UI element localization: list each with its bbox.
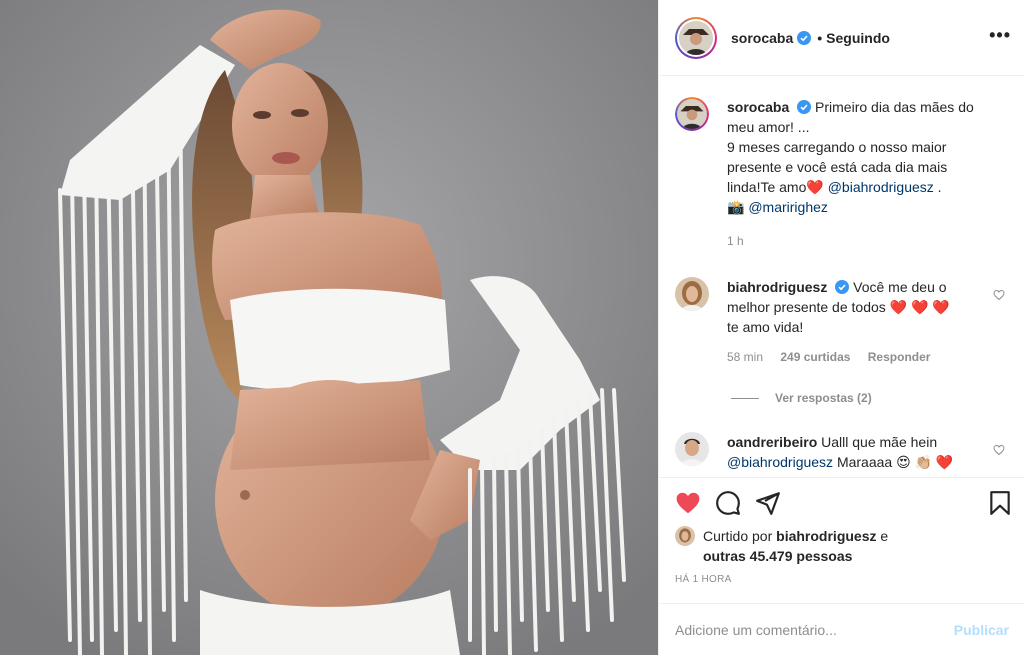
header-separator: • [817,29,823,46]
share-icon[interactable] [755,490,781,516]
avatar [679,20,713,55]
reply-button[interactable]: Responder [868,350,931,364]
heart-emoji: ❤️ [806,179,824,195]
post-timeago[interactable]: HÁ 1 HORA [675,574,732,585]
more-options-icon[interactable]: ••• [989,26,1011,44]
likes-others[interactable]: outras 45.479 pessoas [703,548,852,564]
comment-input[interactable] [675,621,954,638]
bookmark-icon[interactable] [987,490,1013,516]
verified-badge-icon [797,100,812,114]
likes-user[interactable]: biahrodriguesz [776,528,876,544]
post-actions: Curtido por biahrodriguesz e outras 45.4… [659,477,1024,603]
post-side-panel: sorocaba • Seguindo ••• sorocaba Primeir… [658,0,1024,655]
comment-text-2: Maraaaa [836,454,893,470]
caption-time[interactable]: 1 h [727,234,744,248]
comment-likes[interactable]: 249 curtidas [780,350,850,364]
likes-conj: e [880,528,889,544]
publish-button[interactable]: Publicar [954,622,1009,638]
verified-badge-icon [835,280,850,294]
comment-meta: 58 min 249 curtidas Responder [727,347,982,367]
view-replies-button[interactable]: Ver respostas (2) [731,391,872,405]
comment-text: Ualll que mãe hein [821,434,938,450]
header-username[interactable]: sorocaba [731,30,793,46]
caption-mention-2[interactable]: @maririghez [748,199,828,215]
likes-summary[interactable]: Curtido por biahrodriguesz e outras 45.4… [675,526,888,566]
following-button[interactable]: Seguindo [826,30,890,46]
view-replies-line [731,397,759,399]
heart-icon[interactable] [675,490,701,516]
comment: biahrodriguesz Você me deu o melhor pres… [675,277,1015,367]
comment-avatar[interactable] [675,277,709,311]
caption-body: sorocaba Primeiro dia das mães do meu am… [727,97,982,251]
caption-story-ring [675,97,709,131]
view-replies-label: Ver respostas (2) [775,391,872,405]
caption: sorocaba Primeiro dia das mães do meu am… [675,97,1015,251]
comment-username[interactable]: biahrodriguesz [727,279,827,295]
comment-like-icon[interactable] [993,444,1005,456]
caption-mention-1[interactable]: @biahrodriguesz [828,179,934,195]
caption-username[interactable]: sorocaba [727,99,789,115]
avatar-frame [677,18,715,57]
comment-username[interactable]: oandreribeiro [727,434,817,450]
caption-period: . [937,179,942,195]
camera-emoji: 📸 [727,199,745,215]
comment-text-2: te amo vida! [727,319,804,335]
post-viewer: sorocaba • Seguindo ••• sorocaba Primeir… [0,0,1024,655]
avatar [677,99,707,129]
likes-prefix: Curtido por [703,528,773,544]
post-photo-illustration [0,0,658,655]
post-photo[interactable] [0,0,658,655]
caption-avatar[interactable] [675,97,709,131]
comment: oandreribeiro Ualll que mãe hein @biahro… [675,432,1015,472]
comment-time[interactable]: 58 min [727,350,763,364]
likes-text: Curtido por biahrodriguesz e outras 45.4… [703,526,888,566]
liker-avatar [675,526,695,546]
comment-avatar[interactable] [675,432,709,466]
comment-body: biahrodriguesz Você me deu o melhor pres… [727,277,982,367]
comment-emojis: ❤️ ❤️ ❤️ [889,299,950,315]
post-header: sorocaba • Seguindo ••• [659,0,1024,76]
story-ring[interactable] [675,16,717,59]
comments-list[interactable]: sorocaba Primeiro dia das mães do meu am… [659,77,1024,477]
comment-icon[interactable] [715,490,741,516]
add-comment-bar: Publicar [659,603,1024,655]
comment-body: oandreribeiro Ualll que mãe hein @biahro… [727,432,982,472]
verified-badge-icon [797,30,812,45]
comment-emojis: 😍 👏🏼 ❤️ [896,454,954,470]
comment-like-icon[interactable] [993,289,1005,301]
caption-meta: 1 h [727,231,982,251]
comment-mention[interactable]: @biahrodriguesz [727,454,833,470]
